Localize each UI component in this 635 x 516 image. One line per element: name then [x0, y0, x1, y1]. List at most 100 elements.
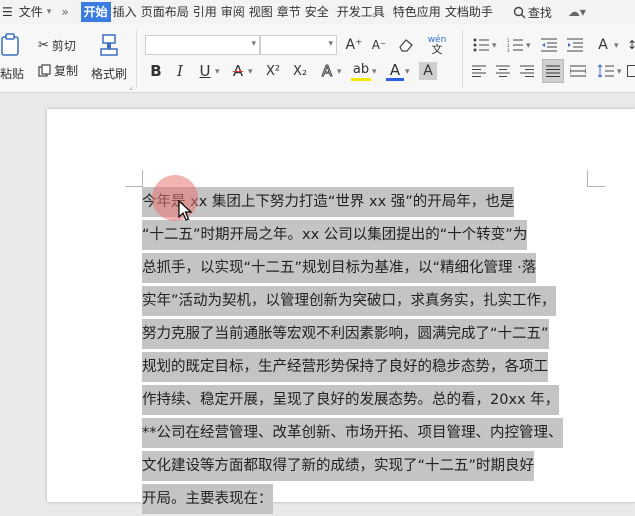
pinyin-button[interactable]: wén 文: [424, 34, 450, 56]
tab-view[interactable]: 视图: [247, 2, 275, 22]
tab-section[interactable]: 章节: [275, 2, 303, 22]
clipboard-icon: [0, 33, 22, 57]
font-color-button[interactable]: A: [386, 61, 404, 81]
selected-text: **公司在经营管理、改革创新、市场开拓、项目管理、内控管理、: [142, 418, 563, 448]
bullet-list-icon: [473, 38, 489, 52]
bullet-dropdown-icon[interactable]: ▾: [492, 41, 497, 51]
numbered-list-button[interactable]: 123: [504, 35, 526, 55]
eraser-icon: [398, 38, 414, 52]
chevron-down-icon[interactable]: ▾: [47, 7, 52, 17]
clear-format-button[interactable]: [397, 36, 415, 54]
tab-security[interactable]: 安全: [303, 2, 331, 22]
text-direction-dropdown-icon[interactable]: ▾: [614, 41, 619, 51]
highlight-dropdown-icon[interactable]: ▾: [372, 67, 377, 77]
text-effect-dropdown-icon[interactable]: ▾: [337, 67, 342, 77]
scissors-icon: ✂: [38, 38, 49, 53]
document-body[interactable]: 今年是 xx 集团上下努力打造“世界 xx 强”的开局年，也是 “十二五”时期开…: [142, 186, 589, 516]
cloud-sync-icon[interactable]: ☁▾: [568, 5, 586, 19]
text-line: “十二五”时期开局之年。xx 公司以集团提出的“十个转变”为: [142, 219, 589, 252]
text-line: 今年是 xx 集团上下努力打造“世界 xx 强”的开局年，也是: [142, 186, 589, 219]
numbered-list-icon: 123: [507, 38, 523, 52]
tab-page-layout[interactable]: 页面布局: [139, 2, 191, 22]
margin-corner-mark: [142, 170, 143, 186]
align-right-button[interactable]: [518, 61, 536, 81]
chevron-down-icon: ▾: [251, 39, 256, 49]
char-shading-button[interactable]: A: [419, 62, 437, 80]
numbered-dropdown-icon[interactable]: ▾: [526, 41, 531, 51]
tab-developer[interactable]: 开发工具: [335, 2, 387, 22]
search-button[interactable]: 查找: [513, 4, 552, 21]
grow-font-button[interactable]: A⁺: [345, 36, 363, 54]
text-effect-button[interactable]: A: [318, 61, 336, 81]
border-icon: [627, 65, 635, 77]
tab-insert[interactable]: 插入: [111, 2, 139, 22]
margin-corner-mark: [587, 186, 605, 187]
text-line: 努力克服了当前通胀等宏观不利因素影响，圆满完成了“十二五”: [142, 318, 589, 351]
mouse-pointer-icon: [178, 200, 192, 222]
tab-special-apps[interactable]: 特色应用: [391, 2, 443, 22]
font-size-select[interactable]: ▾: [260, 35, 337, 55]
margin-corner-mark: [125, 186, 143, 187]
selected-text: 总抓手，以实现“十二五”规划目标为基准，以“精细化管理 ·落: [142, 253, 536, 283]
sort-button[interactable]: ↕: [626, 35, 635, 55]
menu-file[interactable]: 文件: [17, 2, 45, 22]
tab-review[interactable]: 审阅: [219, 2, 247, 22]
chevron-down-icon: ▾: [328, 39, 333, 49]
strike-dropdown-icon[interactable]: ▾: [248, 67, 253, 77]
format-painter-button[interactable]: [96, 32, 124, 58]
selected-text: 文化建设等方面都取得了新的成绩，实现了“十二五”时期良好: [142, 451, 534, 481]
align-center-button[interactable]: [494, 61, 512, 81]
font-color-dropdown-icon[interactable]: ▾: [405, 67, 410, 77]
bold-button[interactable]: B: [147, 61, 165, 81]
underline-button[interactable]: U: [196, 61, 214, 81]
dialog-launcher-icon[interactable]: ⌟: [129, 82, 133, 91]
line-spacing-dropdown-icon[interactable]: ▾: [617, 67, 622, 77]
tab-doc-assistant[interactable]: 文档助手: [443, 2, 495, 22]
subscript-button[interactable]: X₂: [289, 61, 311, 81]
align-left-button[interactable]: [470, 61, 488, 81]
paste-button[interactable]: [0, 32, 22, 58]
ribbon-separator: [136, 30, 137, 88]
align-justify-icon: [546, 65, 560, 77]
font-name-select[interactable]: ▾: [145, 35, 260, 55]
text-line: 文化建设等方面都取得了新的成绩，实现了“十二五”时期良好: [142, 450, 589, 483]
tab-references[interactable]: 引用: [191, 2, 219, 22]
copy-button[interactable]: 复制: [38, 62, 78, 78]
selected-text: 规划的既定目标，生产经营形势保持了良好的稳步态势，各项工: [142, 352, 548, 382]
text-direction-button[interactable]: A: [592, 35, 614, 55]
align-left-icon: [472, 65, 486, 77]
align-right-icon: [520, 65, 534, 77]
line-spacing-button[interactable]: [595, 61, 617, 81]
format-painter-icon: [99, 33, 121, 57]
text-line: 作持续、稳定开展，呈现了良好的发展态势。总的看，20xx 年，: [142, 384, 589, 417]
cut-button[interactable]: ✂ 剪切: [38, 37, 76, 53]
align-justify-button[interactable]: [542, 59, 564, 83]
decrease-indent-button[interactable]: [540, 35, 558, 55]
highlight-button[interactable]: ab: [351, 61, 371, 81]
selected-text: “十二五”时期开局之年。xx 公司以集团提出的“十个转变”为: [142, 220, 527, 250]
italic-button[interactable]: I: [171, 61, 189, 81]
increase-indent-icon: [567, 38, 583, 52]
ribbon-toolbar: 粘贴 ✂ 剪切 复制 格式刷 ▾ ▾ A⁺ A⁻ wén 文 B I U ▾ A…: [0, 24, 635, 93]
menu-hamburger-icon[interactable]: ☰: [2, 5, 13, 19]
margin-corner-mark: [587, 170, 588, 186]
bullet-list-button[interactable]: [470, 35, 492, 55]
search-icon: [513, 6, 526, 19]
selected-text: 努力克服了当前通胀等宏观不利因素影响，圆满完成了“十二五”: [142, 319, 549, 349]
line-spacing-icon: [598, 64, 614, 78]
tab-home[interactable]: 开始: [81, 2, 111, 22]
text-line: 规划的既定目标，生产经营形势保持了良好的稳步态势，各项工: [142, 351, 589, 384]
distributed-align-button[interactable]: [569, 61, 587, 81]
strikethrough-button[interactable]: A: [229, 61, 247, 81]
svg-text:3: 3: [507, 48, 510, 52]
underline-dropdown-icon[interactable]: ▾: [215, 67, 220, 77]
ribbon-separator: [462, 30, 463, 88]
decrease-indent-icon: [541, 38, 557, 52]
selected-text: 作持续、稳定开展，呈现了良好的发展态势。总的看，20xx 年，: [142, 385, 559, 415]
increase-indent-button[interactable]: [566, 35, 584, 55]
paragraph-border-button[interactable]: [626, 61, 635, 81]
shrink-font-button[interactable]: A⁻: [370, 36, 388, 54]
selected-text: 今年是 xx 集团上下努力打造“世界 xx 强”的开局年，也是: [142, 187, 514, 217]
superscript-button[interactable]: X²: [262, 61, 284, 81]
more-chevrons-icon[interactable]: »: [61, 5, 68, 19]
